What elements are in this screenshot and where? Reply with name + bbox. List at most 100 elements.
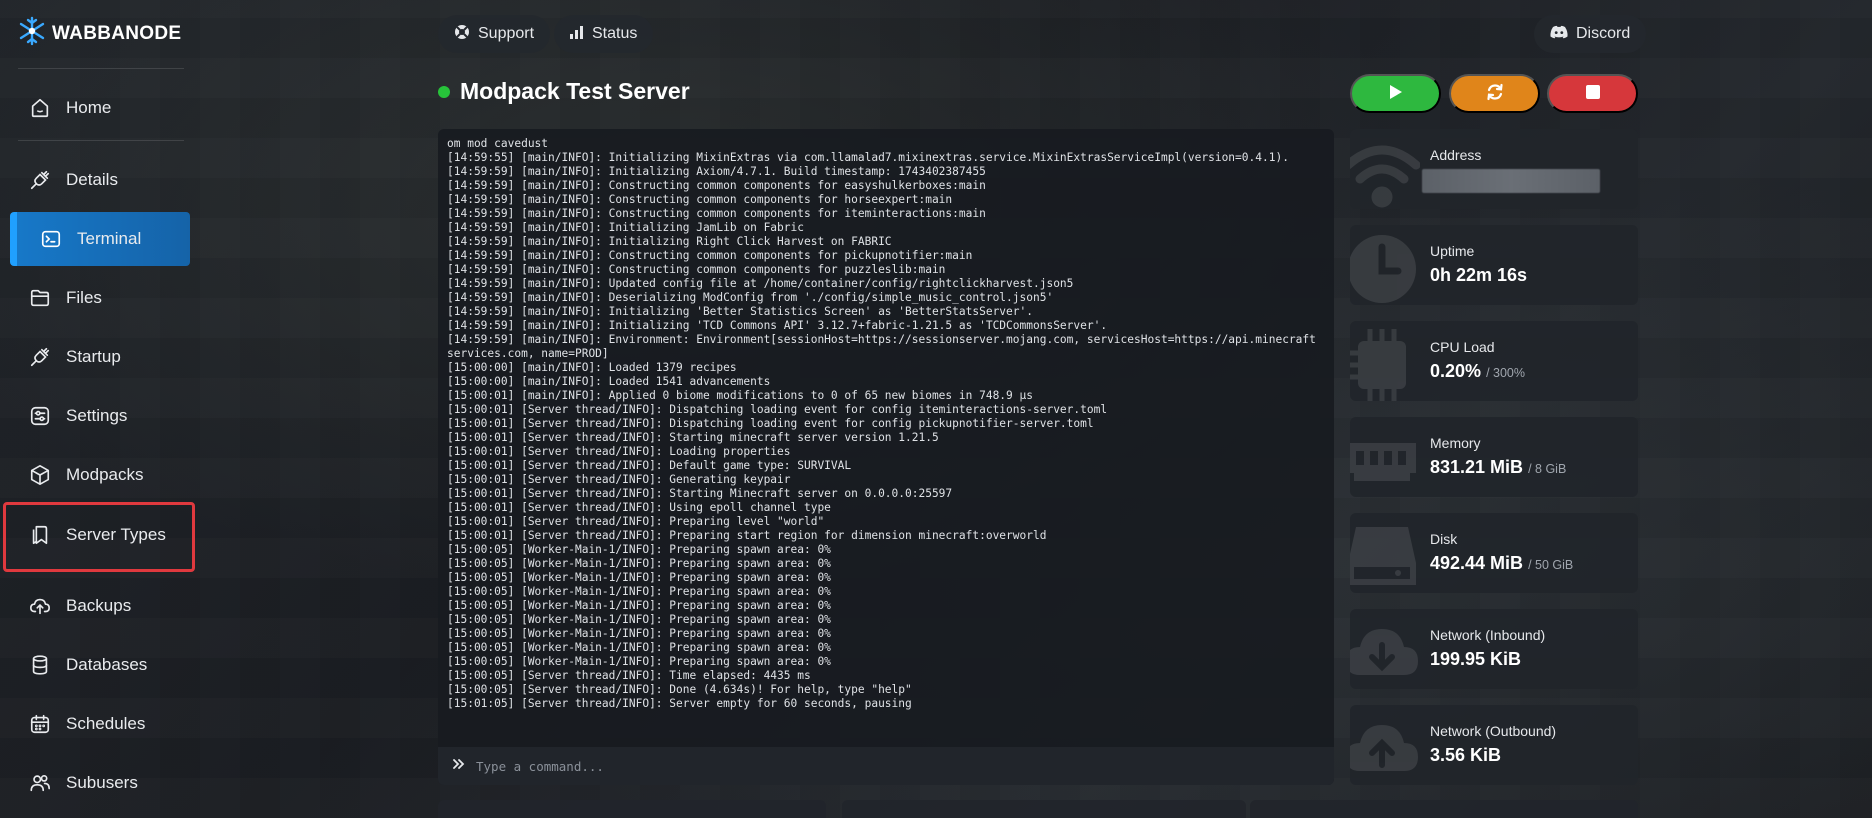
- wifi-icon: [1350, 145, 1420, 208]
- plug-icon: [28, 168, 52, 192]
- stat-card-network-outbound: Network (Outbound) 3.56 KiB: [1350, 705, 1638, 785]
- folder-icon: [28, 286, 52, 310]
- terminal-panel: om mod cavedust [14:59:55] [main/INFO]: I…: [438, 129, 1334, 785]
- terminal-line: [15:00:00] [main/INFO]: Loaded 1379 reci…: [447, 361, 737, 374]
- terminal-line: [15:00:01] [Server thread/INFO]: Loading…: [447, 445, 791, 458]
- sidebar-item-label: Home: [66, 98, 112, 117]
- sidebar-item-label: Terminal: [77, 229, 142, 248]
- stop-button[interactable]: [1547, 74, 1638, 113]
- lifebuoy-icon: [454, 24, 470, 45]
- brand-logo[interactable]: WABBANODE: [18, 16, 181, 51]
- stat-label: Network (Outbound): [1430, 723, 1557, 739]
- stat-value: 831.21 MiB / 8 GiB: [1430, 457, 1566, 478]
- address-redacted: [1422, 169, 1600, 193]
- sidebar-item-label: Subusers: [66, 773, 138, 792]
- terminal-icon: [39, 227, 63, 251]
- clock-icon: [1350, 235, 1416, 303]
- sidebar-item-label: Settings: [66, 406, 128, 425]
- stat-card-address: Address: [1350, 129, 1638, 209]
- terminal-line: [15:00:01] [main/INFO]: Applied 0 biome …: [447, 389, 1033, 402]
- sidebar-item-terminal[interactable]: Terminal: [10, 212, 190, 266]
- stat-label: CPU Load: [1430, 339, 1495, 355]
- terminal-line: [14:59:59] [main/INFO]: Initializing 'Be…: [447, 305, 1033, 318]
- sidebar-item-startup[interactable]: Startup: [10, 330, 190, 384]
- sidebar-item-subusers[interactable]: Subusers: [10, 756, 190, 810]
- stat-label: Memory: [1430, 435, 1481, 451]
- terminal-line: [15:00:01] [Server thread/INFO]: Prepari…: [447, 515, 825, 528]
- cpu-icon: [1350, 329, 1406, 401]
- terminal-line: [15:00:01] [Server thread/INFO]: Dispatc…: [447, 403, 1108, 416]
- terminal-line: [14:59:59] [main/INFO]: Constructing com…: [447, 193, 953, 206]
- terminal-line: [14:59:59] [main/INFO]: Initializing 'TC…: [447, 319, 1108, 332]
- terminal-line: [15:00:01] [Server thread/INFO]: Dispatc…: [447, 417, 1094, 430]
- server-types-highlight-box: [3, 502, 195, 572]
- bar-chart-icon: [570, 25, 584, 44]
- command-input[interactable]: [476, 758, 1296, 774]
- sidebar-item-home[interactable]: Home: [10, 81, 190, 135]
- discord-icon: [1550, 25, 1568, 44]
- bottom-card: [1250, 800, 1638, 818]
- terminal-line: [15:00:01] [Server thread/INFO]: Using e…: [447, 501, 831, 514]
- restart-button[interactable]: [1449, 74, 1540, 113]
- terminal-output[interactable]: om mod cavedust [14:59:55] [main/INFO]: I…: [447, 137, 1319, 737]
- terminal-line: [14:59:59] [main/INFO]: Updated config f…: [447, 277, 1074, 290]
- status-button[interactable]: Status: [554, 15, 654, 53]
- sidebar-item-databases[interactable]: Databases: [10, 638, 190, 692]
- stat-card-memory: Memory 831.21 MiB / 8 GiB: [1350, 417, 1638, 497]
- sidebar-item-label: Details: [66, 170, 118, 189]
- terminal-line: [15:01:05] [Server thread/INFO]: Server …: [447, 697, 912, 710]
- memory-total: / 8 GiB: [1528, 462, 1567, 476]
- refresh-icon: [1485, 82, 1505, 105]
- terminal-line: [14:59:55] [main/INFO]: Initializing Mix…: [447, 151, 1289, 164]
- terminal-line: [14:59:59] [main/INFO]: Initializing Jam…: [447, 221, 804, 234]
- terminal-line: [14:59:59] [main/INFO]: Initializing Rig…: [447, 235, 892, 248]
- terminal-line: [15:00:01] [Server thread/INFO]: Startin…: [447, 431, 939, 444]
- terminal-line: [15:00:05] [Worker-Main-1/INFO]: Prepari…: [447, 627, 831, 640]
- stat-label: Network (Inbound): [1430, 627, 1546, 643]
- discord-button[interactable]: Discord: [1534, 15, 1647, 53]
- stat-label: Uptime: [1430, 243, 1475, 259]
- double-chevron-right-icon: [452, 757, 466, 776]
- calendar-icon: [28, 712, 52, 736]
- stat-value: 3.56 KiB: [1430, 745, 1502, 765]
- terminal-line: [15:00:00] [main/INFO]: Loaded 1541 adva…: [447, 375, 771, 388]
- memory-used-value: 831.21 MiB: [1430, 457, 1524, 477]
- disk-used-value: 492.44 MiB: [1430, 553, 1524, 573]
- hard-drive-icon: [1350, 527, 1416, 585]
- sliders-icon: [28, 404, 52, 428]
- support-label: Support: [478, 25, 535, 42]
- stat-label: Address: [1430, 147, 1482, 163]
- terminal-line: [15:00:05] [Worker-Main-1/INFO]: Prepari…: [447, 599, 831, 612]
- sidebar-item-schedules[interactable]: Schedules: [10, 697, 190, 751]
- stat-card-network-inbound: Network (Inbound) 199.95 KiB: [1350, 609, 1638, 689]
- brand-name: WABBANODE: [52, 22, 182, 44]
- sidebar-divider: [18, 140, 184, 141]
- support-button[interactable]: Support: [438, 15, 551, 53]
- stat-card-cpu: CPU Load 0.20% / 300%: [1350, 321, 1638, 401]
- cloud-upload-icon: [28, 594, 52, 618]
- stat-label: Disk: [1430, 531, 1458, 547]
- terminal-line: [15:00:05] [Worker-Main-1/INFO]: Prepari…: [447, 613, 831, 626]
- cloud-upload-icon: [1350, 725, 1418, 771]
- memory-icon: [1350, 443, 1416, 481]
- sidebar-item-label: Files: [66, 288, 102, 307]
- stat-value: 0.20% / 300%: [1430, 361, 1525, 382]
- sidebar-item-files[interactable]: Files: [10, 271, 190, 325]
- start-button[interactable]: [1350, 74, 1441, 113]
- bottom-card: [438, 800, 826, 818]
- stat-value: 492.44 MiB / 50 GiB: [1430, 553, 1573, 574]
- terminal-line: [15:00:01] [Server thread/INFO]: Startin…: [447, 487, 953, 500]
- terminal-line: [14:59:59] [main/INFO]: Constructing com…: [447, 179, 986, 192]
- terminal-line: [15:00:01] [Server thread/INFO]: Generat…: [447, 473, 791, 486]
- sidebar-item-backups[interactable]: Backups: [10, 579, 190, 633]
- sidebar-item-modpacks[interactable]: Modpacks: [10, 448, 190, 502]
- sidebar-item-settings[interactable]: Settings: [10, 389, 190, 443]
- terminal-line: [15:00:01] [Server thread/INFO]: Default…: [447, 459, 852, 472]
- terminal-line: [15:00:05] [Worker-Main-1/INFO]: Prepari…: [447, 585, 831, 598]
- stat-value: 0h 22m 16s: [1430, 265, 1528, 285]
- cube-icon: [28, 463, 52, 487]
- play-icon: [1389, 84, 1403, 103]
- sidebar-item-details[interactable]: Details: [10, 153, 190, 207]
- stat-value: 199.95 KiB: [1430, 649, 1522, 669]
- server-header: Modpack Test Server: [438, 78, 690, 105]
